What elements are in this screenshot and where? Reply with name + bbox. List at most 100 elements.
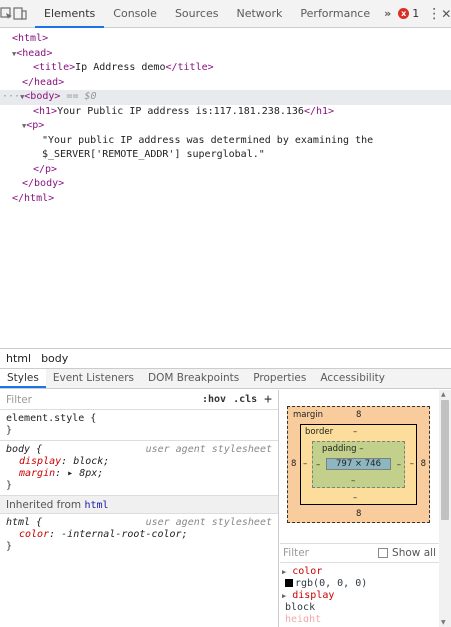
dom-node-p-text-1[interactable]: "Your public IP address was determined b… — [0, 134, 451, 149]
border-label: border — [305, 427, 334, 437]
scroll-down-arrow-icon[interactable]: ▼ — [441, 619, 446, 626]
dom-tree: <html> ▼<head> <title>Ip Address demo</t… — [0, 29, 451, 347]
breadcrumb-item-body[interactable]: body — [41, 352, 68, 365]
tab-console[interactable]: Console — [104, 0, 166, 28]
body-open-tag: <body> — [24, 91, 61, 102]
kebab-menu-icon[interactable]: ⋮ — [427, 3, 441, 25]
breadcrumb-item-html[interactable]: html — [6, 352, 31, 365]
tab-properties[interactable]: Properties — [246, 369, 313, 388]
computed-color-value-row: rgb(0, 0, 0) — [280, 578, 439, 590]
property-name: display — [19, 456, 62, 467]
tab-dom-breakpoints[interactable]: DOM Breakpoints — [141, 369, 246, 388]
ellipsis-icon[interactable]: ··· — [2, 91, 20, 102]
property-value: -internal-root-color; — [61, 529, 188, 540]
h1-close-tag: </h1> — [303, 105, 335, 117]
property-name: color — [292, 566, 323, 577]
dom-node-p-close[interactable]: </p> — [0, 163, 451, 178]
inherited-section-header: Inherited from html — [0, 496, 278, 514]
property-name: margin — [19, 468, 56, 479]
dom-node-html[interactable]: <html> — [0, 32, 451, 47]
scroll-up-arrow-icon[interactable]: ▲ — [441, 391, 446, 398]
dom-node-p[interactable]: ▼<p> — [0, 119, 451, 134]
property-name: display — [292, 590, 335, 601]
body-rule[interactable]: body { user agent stylesheet display: bl… — [0, 441, 278, 496]
tab-network[interactable]: Network — [227, 0, 291, 28]
computed-property-display[interactable]: ▶ display — [280, 590, 439, 602]
margin-bottom-value: 8 — [356, 509, 362, 519]
dom-node-title[interactable]: <title>Ip Address demo</title> — [0, 61, 451, 76]
dom-node-body-close[interactable]: </body> — [0, 177, 451, 192]
element-style-rule[interactable]: element.style { } — [0, 410, 278, 441]
element-style-selector: element.style { — [6, 413, 97, 424]
box-model-content[interactable]: 797 × 746 — [326, 458, 391, 470]
computed-property-height[interactable]: height — [280, 614, 439, 622]
expand-triangle-icon[interactable]: ▶ — [282, 592, 286, 600]
more-tabs-button[interactable]: » — [379, 0, 396, 28]
computed-property-color[interactable]: ▶ color — [280, 566, 439, 578]
h1-text: Your Public IP address is:117.181.238.13… — [57, 105, 304, 117]
padding-bottom-value: – — [351, 476, 356, 486]
html-close-tag: </html> — [12, 192, 55, 204]
computed-scrollbar[interactable]: ▲ ▼ — [439, 390, 451, 627]
color-swatch[interactable] — [285, 579, 293, 587]
p-text-line-1: "Your public IP address was determined b… — [42, 134, 374, 146]
sidebar-tabs: Styles Event Listeners DOM Breakpoints P… — [0, 369, 451, 389]
tab-styles[interactable]: Styles — [0, 369, 46, 388]
dom-node-p-text-2[interactable]: $_SERVER['REMOTE_ADDR'] superglobal." — [0, 148, 451, 163]
box-model-padding[interactable]: padding – – – – 797 × 746 — [312, 441, 405, 488]
scrollbar-thumb[interactable] — [441, 400, 449, 520]
computed-pane: margin 8 8 8 8 border – – – – padding – … — [280, 390, 439, 627]
show-all-checkbox[interactable] — [378, 548, 389, 558]
device-toolbar-icon[interactable] — [13, 3, 27, 25]
dom-node-head[interactable]: ▼<head> — [0, 47, 451, 62]
body-selector: body { — [6, 444, 43, 455]
hover-state-button[interactable]: :hov — [202, 394, 226, 405]
styles-filter-input[interactable]: Filter — [6, 394, 195, 406]
css-property-margin[interactable]: margin: ▸ 8px; — [6, 468, 272, 480]
css-property-display[interactable]: display: block; — [6, 456, 272, 468]
new-rule-button[interactable]: + — [264, 392, 272, 407]
dom-node-h1[interactable]: <h1>Your Public IP address is:117.181.23… — [0, 105, 451, 120]
box-model-border[interactable]: border – – – – padding – – – – 797 × 746 — [300, 424, 417, 505]
inspect-element-icon[interactable] — [0, 3, 13, 25]
title-close-tag: </title> — [165, 62, 214, 73]
rule-source: user agent stylesheet — [145, 517, 272, 528]
error-count: 1 — [412, 7, 420, 20]
css-property-color[interactable]: color: -internal-root-color; — [6, 529, 272, 541]
margin-top-value: 8 — [356, 410, 362, 420]
box-model-margin[interactable]: margin 8 8 8 8 border – – – – padding – … — [287, 406, 430, 523]
margin-left-value: 8 — [291, 459, 297, 469]
html-rule[interactable]: html { user agent stylesheet color: -int… — [0, 514, 278, 556]
html-selector: html { — [6, 517, 43, 528]
rule-close-brace: } — [6, 480, 13, 491]
computed-filter-input[interactable]: Filter — [283, 547, 378, 559]
p-text-line-2: $_SERVER['REMOTE_ADDR'] superglobal." — [42, 149, 265, 160]
property-name: color — [19, 529, 50, 540]
tab-accessibility[interactable]: Accessibility — [313, 369, 392, 388]
breadcrumb: html body — [0, 348, 451, 369]
rule-close-brace: } — [6, 541, 13, 552]
class-toggle-button[interactable]: .cls — [233, 394, 257, 405]
inherited-label: Inherited from — [6, 499, 82, 511]
dom-node-html-close[interactable]: </html> — [0, 192, 451, 207]
margin-right-value: 8 — [420, 459, 426, 469]
tab-event-listeners[interactable]: Event Listeners — [46, 369, 141, 388]
tab-sources[interactable]: Sources — [166, 0, 228, 28]
error-counter[interactable]: x 1 — [398, 7, 419, 20]
inherited-source-link[interactable]: html — [84, 500, 108, 511]
padding-left-value: – — [316, 460, 321, 470]
dom-node-head-close[interactable]: </head> — [0, 76, 451, 91]
devtools-toolbar: Elements Console Sources Network Perform… — [0, 0, 451, 28]
expand-triangle-icon[interactable]: ▶ — [282, 568, 286, 576]
rule-source: user agent stylesheet — [145, 444, 272, 455]
title-text: Ip Address demo — [75, 62, 166, 73]
tab-performance[interactable]: Performance — [291, 0, 379, 28]
dom-node-body[interactable]: ···▼<body> == $0 — [0, 90, 451, 105]
body-rule-header: body { user agent stylesheet — [6, 444, 272, 456]
tab-elements[interactable]: Elements — [35, 0, 105, 28]
rule-close-brace: } — [6, 425, 13, 436]
margin-label: margin — [293, 410, 323, 420]
show-all-label: Show all — [392, 547, 436, 559]
close-icon[interactable]: ✕ — [441, 3, 451, 25]
body-close-tag: </body> — [22, 178, 65, 189]
